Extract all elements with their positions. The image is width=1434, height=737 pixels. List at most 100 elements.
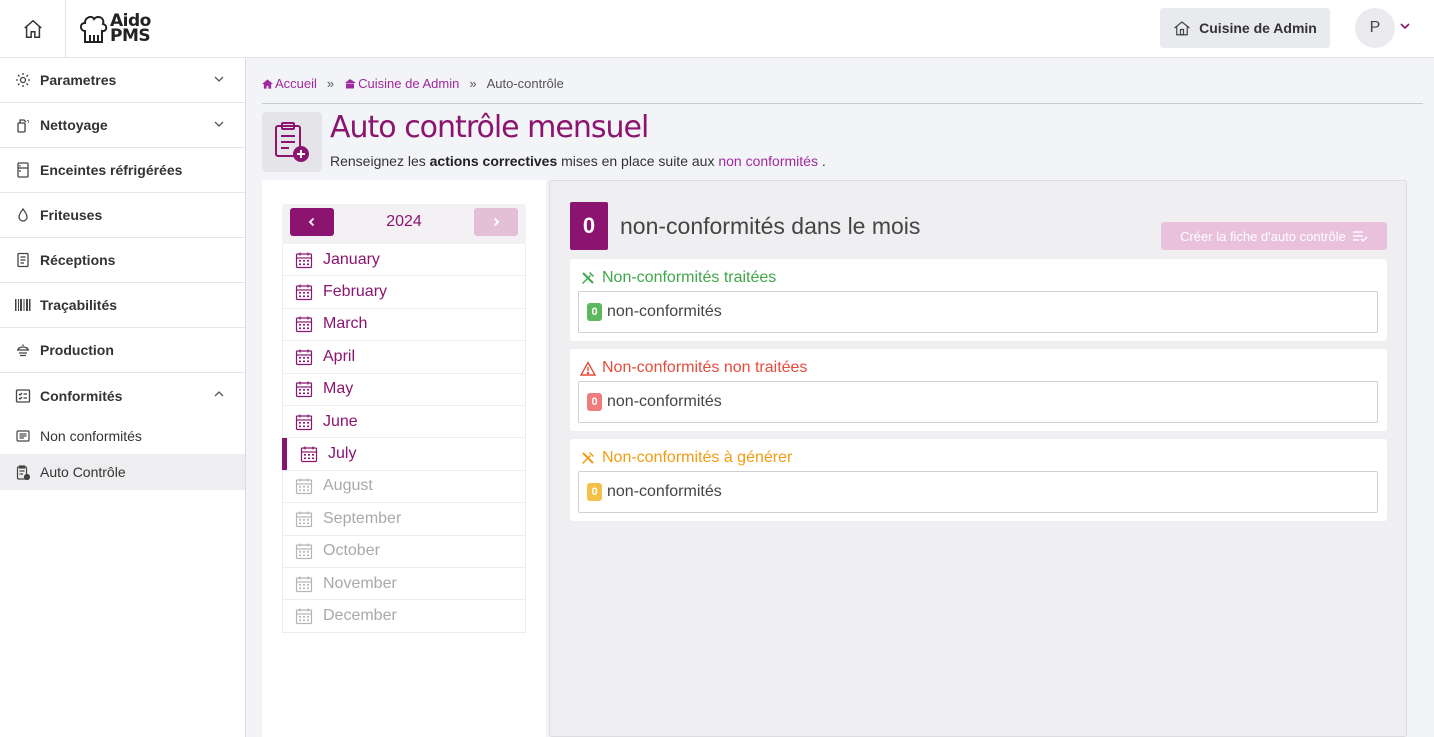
- month-item-july[interactable]: July: [282, 438, 526, 471]
- month-item-september: September: [282, 503, 526, 536]
- month-label: May: [323, 380, 354, 398]
- breadcrumb-home-label: Accueil: [275, 76, 317, 91]
- create-button-label: Créer la fiche d'auto contrôle: [1180, 228, 1346, 244]
- warning-icon: [580, 360, 596, 376]
- nc-count-box[interactable]: 0 non-conformités: [578, 471, 1378, 513]
- month-item-november: November: [282, 567, 526, 601]
- sidebar-item-production[interactable]: Production: [0, 328, 245, 373]
- sidebar: Parametres Nettoyage Enceintes réfrigéré…: [0, 58, 246, 737]
- page-title: Auto contrôle mensuel: [330, 110, 649, 145]
- count-badge: 0: [570, 202, 608, 250]
- chevron-down-icon: [214, 121, 224, 127]
- sidebar-item-label: Conformités: [40, 387, 123, 404]
- page-icon: [262, 112, 322, 172]
- home-button[interactable]: [0, 0, 66, 58]
- sidebar-item-label: Réceptions: [40, 252, 116, 268]
- avatar-initial: P: [1369, 19, 1381, 36]
- calendar-icon: [295, 575, 313, 593]
- breadcrumb-separator: »: [469, 76, 477, 91]
- sidebar-item-conformites[interactable]: Conformités: [0, 373, 245, 418]
- month-panel: 2024 January February March April May June Jul…: [262, 180, 546, 737]
- breadcrumb-home-link[interactable]: Accueil: [262, 76, 317, 91]
- nc-count-box[interactable]: 0 non-conformités: [578, 291, 1378, 333]
- non-conformites-link[interactable]: non conformités: [718, 153, 818, 169]
- chevron-down-icon[interactable]: [1399, 20, 1411, 32]
- month-label: October: [323, 542, 380, 560]
- nc-count-pill: 0: [587, 393, 602, 411]
- sidebar-subitem-non-conformites[interactable]: Non conformités: [0, 418, 245, 454]
- calendar-icon: [295, 348, 313, 366]
- sidebar-subitem-auto-controle[interactable]: Auto Contrôle: [0, 454, 245, 490]
- house-icon: [1174, 21, 1191, 36]
- calendar-icon: [295, 283, 313, 301]
- month-list: January February March April May June July Augu…: [282, 244, 526, 633]
- month-item-october: October: [282, 535, 526, 568]
- sidebar-item-label: Enceintes réfrigérées: [40, 162, 183, 178]
- month-item-june[interactable]: June: [282, 405, 526, 439]
- nc-section-title: Non-conformités traitées: [602, 269, 777, 286]
- production-icon: [14, 341, 32, 359]
- sidebar-item-label: Parametres: [40, 72, 117, 88]
- calendar-icon: [295, 542, 313, 560]
- kitchen-selector-button[interactable]: Cuisine de Admin: [1160, 8, 1330, 48]
- month-item-january[interactable]: January: [282, 244, 526, 277]
- sidebar-subitem-label: Auto Contrôle: [40, 464, 126, 480]
- next-year-button[interactable]: [474, 208, 518, 236]
- home-icon: [262, 78, 273, 89]
- sidebar-item-nettoyage[interactable]: Nettoyage: [0, 103, 245, 148]
- calendar-icon: [295, 315, 313, 333]
- chef-hat-icon: [79, 15, 108, 43]
- month-item-april[interactable]: April: [282, 341, 526, 374]
- sidebar-item-enceintes[interactable]: Enceintes réfrigérées: [0, 148, 245, 193]
- month-label: November: [323, 574, 397, 592]
- month-label: July: [328, 445, 357, 463]
- breadcrumb-kitchen-link[interactable]: Cuisine de Admin: [344, 76, 459, 91]
- calendar-icon: [300, 445, 318, 463]
- house-icon: [345, 78, 357, 88]
- breadcrumb-current: Auto-contrôle: [486, 76, 564, 91]
- chevron-right-icon: [493, 217, 500, 227]
- nc-count-pill: 0: [587, 303, 602, 321]
- sidebar-item-friteuses[interactable]: Friteuses: [0, 193, 245, 238]
- month-label: April: [323, 347, 356, 365]
- sidebar-item-parametres[interactable]: Parametres: [0, 58, 245, 103]
- spray-icon: [14, 116, 32, 134]
- month-item-december: December: [282, 600, 526, 633]
- sidebar-item-tracabilites[interactable]: Traçabilités: [0, 283, 245, 328]
- nc-count-pill: 0: [587, 483, 602, 501]
- user-avatar[interactable]: P: [1355, 8, 1395, 48]
- month-label: September: [323, 509, 402, 527]
- month-item-march[interactable]: March: [282, 308, 526, 342]
- month-item-february[interactable]: February: [282, 276, 526, 309]
- month-label: August: [323, 477, 373, 495]
- calendar-icon: [295, 477, 313, 495]
- create-auto-control-button[interactable]: Créer la fiche d'auto contrôle: [1161, 222, 1387, 250]
- nc-section-a-generer: Non-conformités à générer 0 non-conformi…: [570, 439, 1387, 521]
- nc-count-text: non-conformités: [607, 303, 722, 320]
- fridge-icon: [14, 161, 32, 179]
- calendar-icon: [295, 510, 313, 528]
- breadcrumb: Accueil » Cuisine de Admin » Auto-contrô…: [262, 76, 564, 91]
- calendar-icon: [295, 413, 313, 431]
- month-label: June: [323, 412, 358, 430]
- subtitle-text: Renseignez les: [330, 153, 430, 169]
- logo-text: Aido PMS: [110, 13, 151, 45]
- home-icon: [23, 19, 42, 38]
- calendar-icon: [295, 251, 313, 269]
- tools-icon: [582, 452, 594, 464]
- page-subtitle: Renseignez les actions correctives mises…: [330, 153, 826, 169]
- chevron-up-icon: [214, 391, 224, 397]
- month-item-may[interactable]: May: [282, 373, 526, 406]
- receipt-icon: [14, 251, 32, 269]
- nc-count-box[interactable]: 0 non-conformités: [578, 381, 1378, 423]
- calendar-icon: [295, 607, 313, 625]
- gear-icon: [14, 71, 32, 89]
- app-logo[interactable]: Aido PMS: [78, 10, 168, 48]
- clipboard-icon: [14, 463, 32, 481]
- breadcrumb-kitchen-label: Cuisine de Admin: [358, 76, 460, 91]
- sidebar-item-label: Traçabilités: [40, 297, 118, 313]
- sidebar-item-receptions[interactable]: Réceptions: [0, 238, 245, 283]
- nc-section-header: Non-conformités non traitées: [580, 359, 807, 377]
- nc-section-traitees: Non-conformités traitées 0 non-conformit…: [570, 259, 1387, 341]
- subtitle-text: .: [817, 153, 826, 169]
